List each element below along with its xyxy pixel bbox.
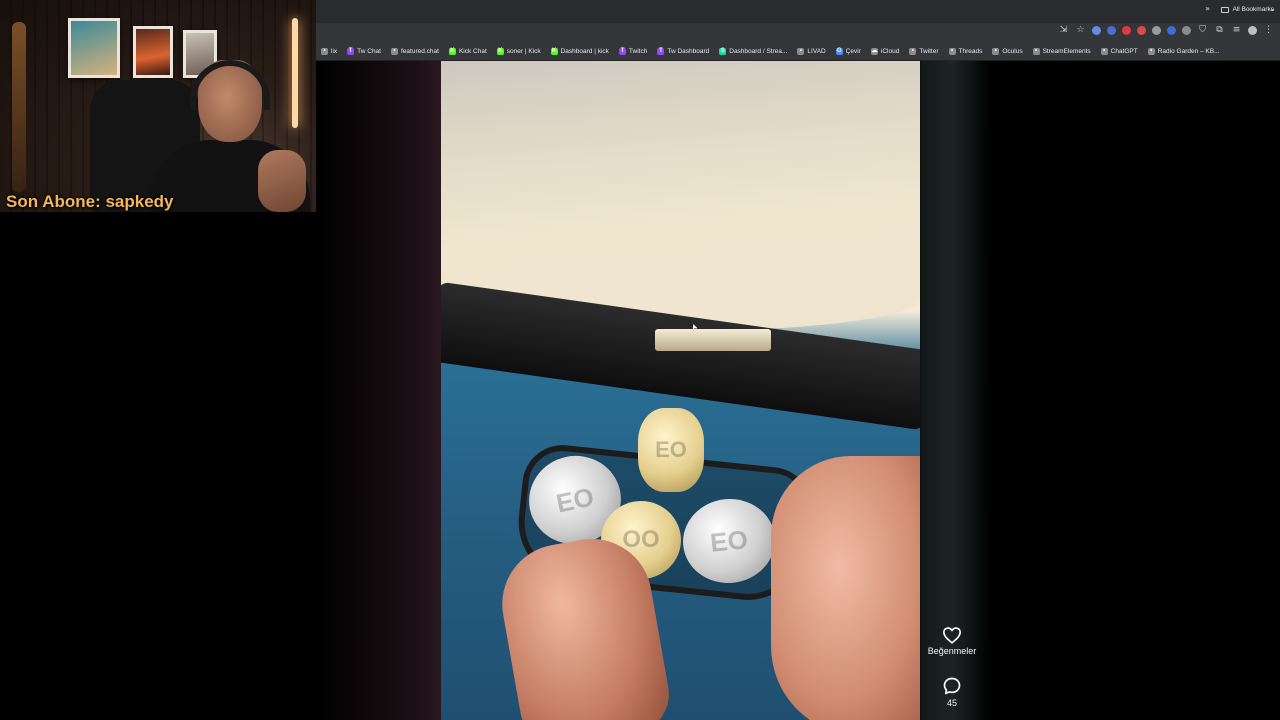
webcam-picture-frame xyxy=(133,26,173,78)
like-button[interactable]: Beğenmeler xyxy=(922,626,982,656)
kick-icon: K xyxy=(448,47,456,55)
webcam-streamer-arm xyxy=(258,150,306,212)
video-scene-buckle xyxy=(655,329,771,351)
comment-button[interactable]: 45 xyxy=(922,676,982,708)
video-player[interactable]: EO EO OO EO xyxy=(441,61,920,720)
bookmark-item[interactable]: S Dashboard / Strea... xyxy=(714,47,792,55)
folder-icon xyxy=(1221,6,1230,13)
globe-icon: • xyxy=(1147,47,1155,55)
all-bookmarks-label: All Bookmarks xyxy=(1232,6,1274,13)
twitch-icon: T xyxy=(347,47,355,55)
browser-toolbar: ⇲ ☆ ⛉ ⧉ ≡ ⋮ xyxy=(316,23,1280,42)
kick-icon: K xyxy=(496,47,504,55)
bookmark-label: iCloud xyxy=(880,47,900,55)
bookmark-label: LIVAD xyxy=(807,47,826,55)
bookmark-label: Kick Chat xyxy=(458,47,487,55)
extension-icon[interactable] xyxy=(1092,26,1101,35)
extension-icon[interactable] xyxy=(1122,26,1131,35)
video-scene-shirt xyxy=(441,61,920,331)
latest-subscriber-caption: Son Abone: sapkedy xyxy=(6,192,174,211)
screen: ⌄ ⇲ ☆ ⛉ ⧉ ≡ ⋮ • lix T Tw Chat • featured.chat… xyxy=(0,0,1280,720)
bookmark-item[interactable]: T Twitch xyxy=(614,47,652,55)
bookmark-star-icon[interactable]: ☆ xyxy=(1075,25,1086,36)
bookmark-item[interactable]: ☁ iCloud xyxy=(866,47,904,55)
all-bookmarks-button[interactable]: All Bookmarks xyxy=(1221,0,1274,19)
bookmark-label: Twitter xyxy=(919,47,939,55)
bookmark-item[interactable]: • lix xyxy=(316,47,342,55)
globe-icon: • xyxy=(992,47,1000,55)
webcam-guitar xyxy=(12,22,26,192)
bookmark-label: Twitch xyxy=(628,47,648,55)
puzzle-icon[interactable]: ⧉ xyxy=(1214,25,1225,36)
globe-icon: • xyxy=(390,47,398,55)
bookmark-item[interactable]: • Threads xyxy=(944,47,988,55)
bookmark-item[interactable]: • LIVAD xyxy=(792,47,830,55)
comment-bubble-icon xyxy=(942,676,962,696)
bookmark-item[interactable]: • ChatGPT xyxy=(1096,47,1143,55)
menu-icon[interactable]: ⋮ xyxy=(1263,25,1274,36)
kick-icon: K xyxy=(550,47,558,55)
globe-icon: • xyxy=(797,47,805,55)
bookmark-label: featured.chat xyxy=(400,47,439,55)
coin: EO xyxy=(638,408,704,492)
video-scene-hand xyxy=(771,456,920,720)
heart-icon xyxy=(942,626,962,644)
extension-icon[interactable] xyxy=(1152,26,1161,35)
webcam-picture-frame xyxy=(68,18,120,78)
bookmark-item[interactable]: • featured.chat xyxy=(386,47,444,55)
translate-icon: G xyxy=(835,47,843,55)
profile-avatar[interactable] xyxy=(1248,26,1257,35)
bookmark-item[interactable]: • Oculus xyxy=(987,47,1027,55)
shield-icon[interactable]: ⛉ xyxy=(1197,25,1208,36)
bookmark-item[interactable]: • Radio Garden – KB... xyxy=(1143,47,1225,55)
extension-icon[interactable] xyxy=(1107,26,1116,35)
webcam-overlay: Son Abone: sapkedy xyxy=(0,0,316,212)
bookmark-label: Dashboard / Strea... xyxy=(729,47,788,55)
bookmark-item[interactable]: G Çevir xyxy=(831,47,866,55)
install-app-icon[interactable]: ⇲ xyxy=(1058,25,1069,36)
twitch-icon: T xyxy=(657,47,665,55)
bookmark-label: Radio Garden – KB... xyxy=(1157,47,1220,55)
twitch-icon: T xyxy=(618,47,626,55)
globe-icon: • xyxy=(948,47,956,55)
bookmark-label: Threads xyxy=(958,47,983,55)
bookmark-item[interactable]: • Twitter xyxy=(904,47,943,55)
bookmark-item[interactable]: K Kick Chat xyxy=(444,47,492,55)
webcam-neon-light xyxy=(292,18,298,128)
like-label: Beğenmeler xyxy=(927,646,977,656)
extension-icon[interactable] xyxy=(1137,26,1146,35)
bookmark-item[interactable]: Ksoner | Kick xyxy=(492,47,546,55)
bookmarks-bar: • lix T Tw Chat • featured.chat K Kick Chat Kson… xyxy=(316,42,1280,61)
bookmark-label: Oculus xyxy=(1002,47,1023,55)
bookmark-label: Tw Chat xyxy=(357,47,381,55)
cloud-icon: ☁ xyxy=(870,47,878,55)
bookmark-label: Tw Dashboard xyxy=(667,47,710,55)
globe-icon: • xyxy=(909,47,917,55)
bookmark-item[interactable]: • StreamElements xyxy=(1028,47,1096,55)
bookmark-item[interactable]: K Dashboard | kick xyxy=(546,47,614,55)
bookmark-item[interactable]: T Tw Dashboard xyxy=(652,47,714,55)
globe-icon: • xyxy=(1032,47,1040,55)
bookmark-label: ChatGPT xyxy=(1110,47,1138,55)
bookmark-item[interactable]: T Tw Chat xyxy=(342,47,386,55)
bookmark-label: soner | Kick xyxy=(506,47,541,55)
bookmark-label: Çevir xyxy=(845,47,861,55)
bookmark-label: StreamElements xyxy=(1042,47,1091,55)
comment-count: 45 xyxy=(946,698,957,708)
media-icon[interactable]: ≡ xyxy=(1231,25,1242,36)
bookmark-label: Dashboard | kick xyxy=(560,47,609,55)
bookmark-label: lix xyxy=(331,47,338,55)
extension-icon[interactable] xyxy=(1167,26,1176,35)
globe-icon: • xyxy=(1100,47,1108,55)
streamelements-icon: S xyxy=(719,47,727,55)
generic-icon: • xyxy=(321,47,328,55)
more-bookmarks-icon[interactable]: » xyxy=(1205,4,1210,13)
extension-icon[interactable] xyxy=(1182,26,1191,35)
